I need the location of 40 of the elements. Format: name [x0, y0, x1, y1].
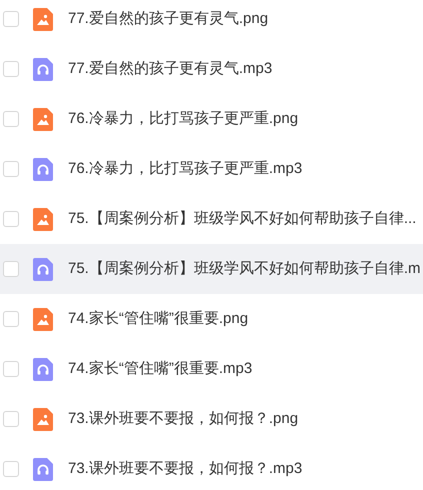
file-name[interactable]: 76.冷暴力，比打骂孩子更严重.mp3 — [68, 160, 302, 178]
image-file-icon — [33, 108, 53, 130]
file-row[interactable]: 74.家长“管住嘴”很重要.png — [0, 294, 423, 344]
headphones-icon — [33, 258, 53, 280]
headphones-icon — [33, 458, 53, 480]
headphones-icon — [33, 58, 53, 80]
headphones-icon — [33, 358, 53, 380]
file-name[interactable]: 77.爱自然的孩子更有灵气.png — [68, 10, 268, 28]
file-row[interactable]: 73.课外班要不要报，如何报？.mp3 — [0, 444, 423, 490]
checkbox[interactable] — [3, 211, 19, 227]
file-name[interactable]: 74.家长“管住嘴”很重要.mp3 — [68, 360, 252, 378]
file-row[interactable]: 77.爱自然的孩子更有灵气.mp3 — [0, 44, 423, 94]
file-row[interactable]: 75.【周案例分析】班级学风不好如何帮助孩子自律.m — [0, 244, 423, 294]
file-row[interactable]: 76.冷暴力，比打骂孩子更严重.mp3 — [0, 144, 423, 194]
image-file-icon — [33, 8, 53, 30]
checkbox[interactable] — [3, 161, 19, 177]
file-name[interactable]: 75.【周案例分析】班级学风不好如何帮助孩子自律.m — [68, 260, 421, 278]
file-name[interactable]: 73.课外班要不要报，如何报？.mp3 — [68, 460, 302, 478]
checkbox[interactable] — [3, 11, 19, 27]
checkbox[interactable] — [3, 461, 19, 477]
checkbox[interactable] — [3, 261, 19, 277]
file-name[interactable]: 76.冷暴力，比打骂孩子更严重.png — [68, 110, 298, 128]
file-row[interactable]: 74.家长“管住嘴”很重要.mp3 — [0, 344, 423, 394]
checkbox[interactable] — [3, 111, 19, 127]
image-file-icon — [33, 208, 53, 230]
headphones-icon — [33, 158, 53, 180]
image-file-icon — [33, 308, 53, 330]
checkbox[interactable] — [3, 361, 19, 377]
file-name[interactable]: 75.【周案例分析】班级学风不好如何帮助孩子自律... — [68, 210, 416, 228]
checkbox[interactable] — [3, 411, 19, 427]
checkbox[interactable] — [3, 61, 19, 77]
file-row[interactable]: 75.【周案例分析】班级学风不好如何帮助孩子自律... — [0, 194, 423, 244]
file-row[interactable]: 76.冷暴力，比打骂孩子更严重.png — [0, 94, 423, 144]
image-file-icon — [33, 408, 53, 430]
checkbox[interactable] — [3, 311, 19, 327]
file-name[interactable]: 77.爱自然的孩子更有灵气.mp3 — [68, 60, 272, 78]
file-name[interactable]: 73.课外班要不要报，如何报？.png — [68, 410, 298, 428]
file-row[interactable]: 77.爱自然的孩子更有灵气.png — [0, 0, 423, 44]
file-name[interactable]: 74.家长“管住嘴”很重要.png — [68, 310, 248, 328]
file-row[interactable]: 73.课外班要不要报，如何报？.png — [0, 394, 423, 444]
